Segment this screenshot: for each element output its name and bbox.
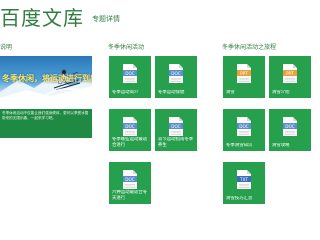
hero-description: 冬季休闲活动不仅能让我们强身健体，更可以享受冰雪带来的无限乐趣，一起来学习吧。 [2, 111, 89, 120]
file-type-label: DOC [171, 71, 181, 76]
tile-label: 滑雪 [226, 90, 235, 95]
tile-label: 滑雪介绍 [272, 90, 290, 95]
tile-label: 六种运动最适合冬天进行 [112, 190, 148, 201]
doc-icon: DOC [168, 117, 184, 136]
tile-label: 冬季滑雪知识 [226, 143, 253, 148]
doc-icon: DOC [168, 64, 184, 83]
hero-banner[interactable]: 冬季休闲，将运动进行到底 冬季休闲活动不仅能让我们强身健体，更可以享受冰雪带来的… [0, 56, 92, 138]
tile-txt-1[interactable]: TXT 滑雪技巧汇总 [223, 162, 265, 204]
tile-doc-1[interactable]: DOC 冬季运动简介 [109, 56, 151, 98]
hero-caption: 冬季休闲，将运动进行到底 [2, 74, 92, 83]
tile-label: 冬季哪些运动最适合进行 [112, 137, 148, 148]
file-type-label: DOC [125, 124, 135, 129]
file-type-label: PPT [286, 71, 294, 76]
ppt-icon: PPT [282, 64, 298, 83]
tile-label: 滑雪技巧汇总 [226, 196, 253, 201]
tile-ppt-2[interactable]: PPT 滑雪介绍 [269, 56, 311, 98]
doc-icon: DOC [122, 117, 138, 136]
tile-doc-2[interactable]: DOC 冬季运动保健 [155, 56, 197, 98]
doc-icon: DOC [122, 64, 138, 83]
tile-label: 双节运动指南冬季养生 [158, 137, 194, 148]
app-title: 百度文库 [0, 6, 84, 30]
doc-icon: DOC [282, 117, 298, 136]
section-title-travel: 冬季休闲活动之旅程 [222, 44, 277, 51]
tile-label: 滑雪攻略 [272, 143, 290, 148]
section-title-intro: 说明 [0, 44, 13, 51]
file-type-label: DOC [125, 71, 135, 76]
ppt-icon: PPT [236, 64, 252, 83]
tile-ppt-1[interactable]: PPT 滑雪 [223, 56, 265, 98]
file-type-label: DOC [125, 177, 135, 182]
tile-label: 冬季运动保健 [158, 90, 185, 95]
page-subtitle: 专题详情 [92, 15, 120, 23]
tile-doc-4[interactable]: DOC 双节运动指南冬季养生 [155, 109, 197, 151]
file-type-label: DOC [171, 124, 181, 129]
doc-icon: DOC [122, 170, 138, 189]
tile-doc-7[interactable]: DOC 滑雪攻略 [269, 109, 311, 151]
skier-photo: 冬季休闲，将运动进行到底 [0, 56, 92, 109]
tile-doc-3[interactable]: DOC 冬季哪些运动最适合进行 [109, 109, 151, 151]
file-type-label: DOC [239, 124, 249, 129]
tile-label: 冬季运动简介 [112, 90, 139, 95]
file-type-label: TXT [239, 177, 248, 182]
file-type-label: PPT [240, 71, 248, 76]
tile-doc-5[interactable]: DOC 六种运动最适合冬天进行 [109, 162, 151, 204]
section-title-activities: 冬季休闲活动 [108, 44, 145, 51]
tile-doc-6[interactable]: DOC 冬季滑雪知识 [223, 109, 265, 151]
file-type-label: DOC [285, 124, 295, 129]
txt-icon: TXT [236, 170, 252, 189]
doc-icon: DOC [236, 117, 252, 136]
